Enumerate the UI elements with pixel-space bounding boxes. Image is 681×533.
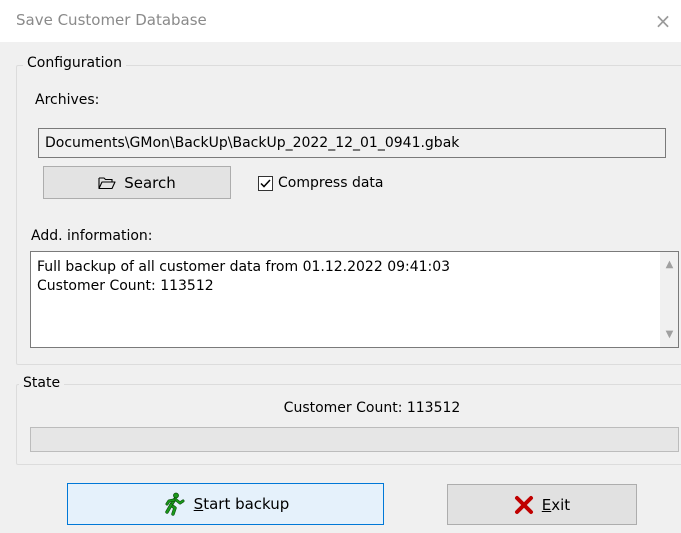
start-backup-button[interactable]: Start backup: [67, 483, 384, 525]
compress-data-checkbox[interactable]: [258, 175, 273, 191]
backup-progress-bar: [30, 427, 679, 452]
add-information-line: Customer Count: 113512: [37, 278, 214, 294]
red-x-icon: [514, 495, 534, 515]
state-group: State: [16, 375, 681, 465]
folder-open-icon: [98, 176, 116, 190]
window-title: Save Customer Database: [16, 11, 207, 29]
add-information-textarea[interactable]: Full backup of all customer data from 01…: [30, 251, 679, 348]
archives-label: Archives:: [35, 92, 100, 108]
add-information-text: Full backup of all customer data from 01…: [37, 258, 450, 296]
archive-path-field[interactable]: Documents\GMon\BackUp\BackUp_2022_12_01_…: [38, 128, 666, 158]
search-button-label: Search: [124, 173, 176, 192]
running-man-icon: [162, 492, 186, 516]
state-legend: State: [19, 375, 65, 391]
search-button[interactable]: Search: [43, 166, 231, 199]
archive-path-value: Documents\GMon\BackUp\BackUp_2022_12_01_…: [45, 135, 460, 151]
close-icon: ×: [654, 9, 672, 33]
close-button[interactable]: ×: [650, 8, 676, 34]
checkmark-icon: [260, 178, 271, 188]
vertical-scrollbar[interactable]: ▲ ▼: [660, 252, 678, 347]
exit-button[interactable]: Exit: [447, 484, 637, 525]
scroll-up-icon[interactable]: ▲: [661, 256, 678, 273]
configuration-legend: Configuration: [23, 55, 126, 71]
compress-data-option[interactable]: Compress data: [258, 175, 384, 191]
title-bar: Save Customer Database ×: [0, 0, 681, 42]
add-information-label: Add. information:: [31, 228, 153, 244]
compress-data-label: Compress data: [278, 175, 384, 191]
start-backup-label: Start backup: [193, 495, 290, 513]
scroll-down-icon[interactable]: ▼: [661, 326, 678, 343]
add-information-line: Full backup of all customer data from 01…: [37, 259, 451, 275]
exit-label: Exit: [541, 495, 571, 514]
state-status-text: Customer Count: 113512: [283, 400, 461, 416]
